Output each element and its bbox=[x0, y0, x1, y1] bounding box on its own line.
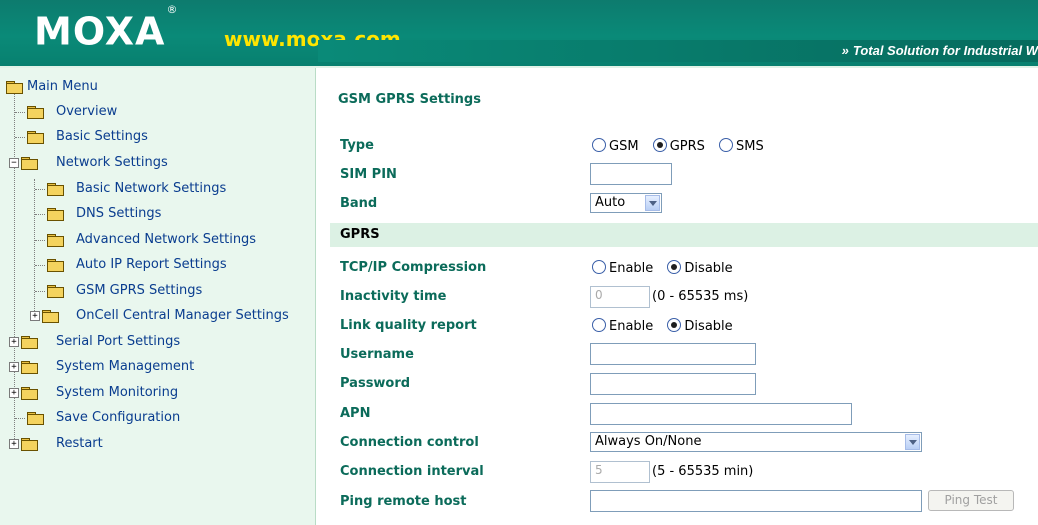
sidebar-item-label: System Management bbox=[56, 359, 195, 374]
sidebar-item-label: Main Menu bbox=[27, 79, 98, 94]
folder-icon bbox=[47, 259, 64, 272]
tagline: » Total Solution for Industrial W bbox=[842, 43, 1038, 58]
sidebar-item-label: Restart bbox=[56, 436, 103, 451]
folder-icon bbox=[47, 285, 64, 298]
expand-icon[interactable]: + bbox=[9, 337, 19, 347]
main-content: GSM GPRS Settings Type GSM GPRS SMS SIM … bbox=[316, 68, 1038, 525]
tcp-ip-compression-label: TCP/IP Compression bbox=[340, 260, 487, 275]
sidebar-item-label: Basic Network Settings bbox=[76, 181, 227, 196]
expand-icon[interactable]: + bbox=[9, 439, 19, 449]
connection-control-selected-value: Always On/None bbox=[595, 434, 702, 449]
folder-icon bbox=[21, 336, 38, 349]
expand-icon[interactable]: + bbox=[9, 388, 19, 398]
inactivity-time-input[interactable]: 0 bbox=[590, 286, 650, 308]
band-label: Band bbox=[340, 196, 378, 211]
link-quality-report-label: Link quality report bbox=[340, 318, 477, 333]
link-quality-enable-radio[interactable] bbox=[592, 318, 606, 332]
folder-icon bbox=[21, 361, 38, 374]
compression-enable-radio[interactable] bbox=[592, 260, 606, 274]
folder-icon bbox=[47, 208, 64, 221]
radio-label: GSM bbox=[609, 139, 639, 154]
password-input[interactable] bbox=[590, 373, 756, 395]
sidebar-item-label: Basic Settings bbox=[56, 129, 148, 144]
double-chevron-icon: » bbox=[841, 43, 849, 58]
type-radio-group: GSM GPRS SMS bbox=[592, 138, 774, 154]
ping-remote-host-label: Ping remote host bbox=[340, 494, 467, 509]
open-folder-icon bbox=[6, 81, 23, 94]
folder-icon bbox=[42, 310, 59, 323]
collapse-icon[interactable]: − bbox=[9, 158, 19, 168]
sidebar-item-label: System Monitoring bbox=[56, 385, 179, 400]
sidebar-item-label: Save Configuration bbox=[56, 410, 181, 425]
inactivity-time-range-hint: (0 - 65535 ms) bbox=[652, 289, 749, 304]
password-label: Password bbox=[340, 376, 411, 391]
link-quality-disable-radio[interactable] bbox=[667, 318, 682, 332]
sim-pin-input[interactable] bbox=[590, 163, 672, 185]
expand-icon[interactable]: + bbox=[9, 362, 19, 372]
connection-interval-input[interactable]: 5 bbox=[590, 461, 650, 483]
sidebar-item-label: Auto IP Report Settings bbox=[76, 257, 227, 272]
sidebar-item-label: OnCell Central Manager Settings bbox=[76, 308, 289, 323]
gprs-section-header: GPRS bbox=[330, 223, 1038, 247]
apn-input[interactable] bbox=[590, 403, 852, 425]
radio-label: SMS bbox=[736, 139, 764, 154]
type-gsm-radio[interactable] bbox=[592, 138, 606, 152]
connection-interval-range-hint: (5 - 65535 min) bbox=[652, 464, 754, 479]
ping-test-button[interactable]: Ping Test bbox=[928, 490, 1014, 511]
radio-label: Enable bbox=[609, 319, 654, 334]
connection-interval-label: Connection interval bbox=[340, 464, 484, 479]
sidebar-menu: Main Menu Overview Basic Settings − Netw… bbox=[0, 68, 316, 525]
sidebar-item-label: Advanced Network Settings bbox=[76, 232, 257, 247]
moxa-logo: MOXA® bbox=[34, 3, 179, 54]
folder-icon bbox=[21, 387, 38, 400]
link-quality-report-radio-group: Enable Disable bbox=[592, 318, 743, 334]
sim-pin-label: SIM PIN bbox=[340, 167, 397, 182]
folder-icon bbox=[27, 131, 44, 144]
inactivity-time-label: Inactivity time bbox=[340, 289, 447, 304]
tcp-ip-compression-radio-group: Enable Disable bbox=[592, 260, 743, 276]
username-input[interactable] bbox=[590, 343, 756, 365]
radio-label: Disable bbox=[684, 319, 733, 334]
apn-label: APN bbox=[340, 406, 371, 421]
type-gprs-radio[interactable] bbox=[652, 138, 667, 152]
sidebar-item-label: DNS Settings bbox=[76, 206, 162, 221]
ping-remote-host-input[interactable] bbox=[590, 490, 922, 512]
header-banner: MOXA® www.moxa.com » Total Solution for I… bbox=[0, 0, 1038, 66]
logo-text: MOXA bbox=[34, 9, 166, 54]
expand-icon[interactable]: + bbox=[30, 311, 40, 321]
sidebar-item-label: Overview bbox=[56, 104, 118, 119]
band-selected-value: Auto bbox=[595, 195, 626, 210]
open-folder-icon bbox=[21, 157, 38, 170]
sidebar-item-label: Network Settings bbox=[56, 155, 168, 170]
chevron-down-icon[interactable] bbox=[645, 195, 660, 211]
folder-icon bbox=[21, 438, 38, 451]
connection-control-label: Connection control bbox=[340, 435, 479, 450]
compression-disable-radio[interactable] bbox=[667, 260, 682, 274]
username-label: Username bbox=[340, 347, 414, 362]
folder-icon bbox=[47, 183, 64, 196]
type-sms-radio[interactable] bbox=[719, 138, 734, 152]
sidebar-item-label: GSM GPRS Settings bbox=[76, 283, 203, 298]
tagline-text: Total Solution for Industrial W bbox=[852, 43, 1038, 58]
registered-mark: ® bbox=[166, 3, 179, 16]
folder-icon bbox=[27, 106, 44, 119]
sidebar-item-label: Serial Port Settings bbox=[56, 334, 181, 349]
radio-label: Disable bbox=[684, 261, 733, 276]
connection-control-select[interactable]: Always On/None bbox=[590, 432, 922, 452]
chevron-down-icon[interactable] bbox=[905, 434, 920, 450]
radio-label: Enable bbox=[609, 261, 654, 276]
tree-connector bbox=[34, 179, 35, 319]
section-title: GPRS bbox=[340, 227, 380, 242]
page-title: GSM GPRS Settings bbox=[338, 92, 481, 107]
tagline-bar: » Total Solution for Industrial W bbox=[318, 40, 1038, 62]
type-label: Type bbox=[340, 138, 374, 153]
band-select[interactable]: Auto bbox=[590, 193, 662, 213]
folder-icon bbox=[47, 234, 64, 247]
folder-icon bbox=[27, 412, 44, 425]
radio-label: GPRS bbox=[669, 139, 705, 154]
